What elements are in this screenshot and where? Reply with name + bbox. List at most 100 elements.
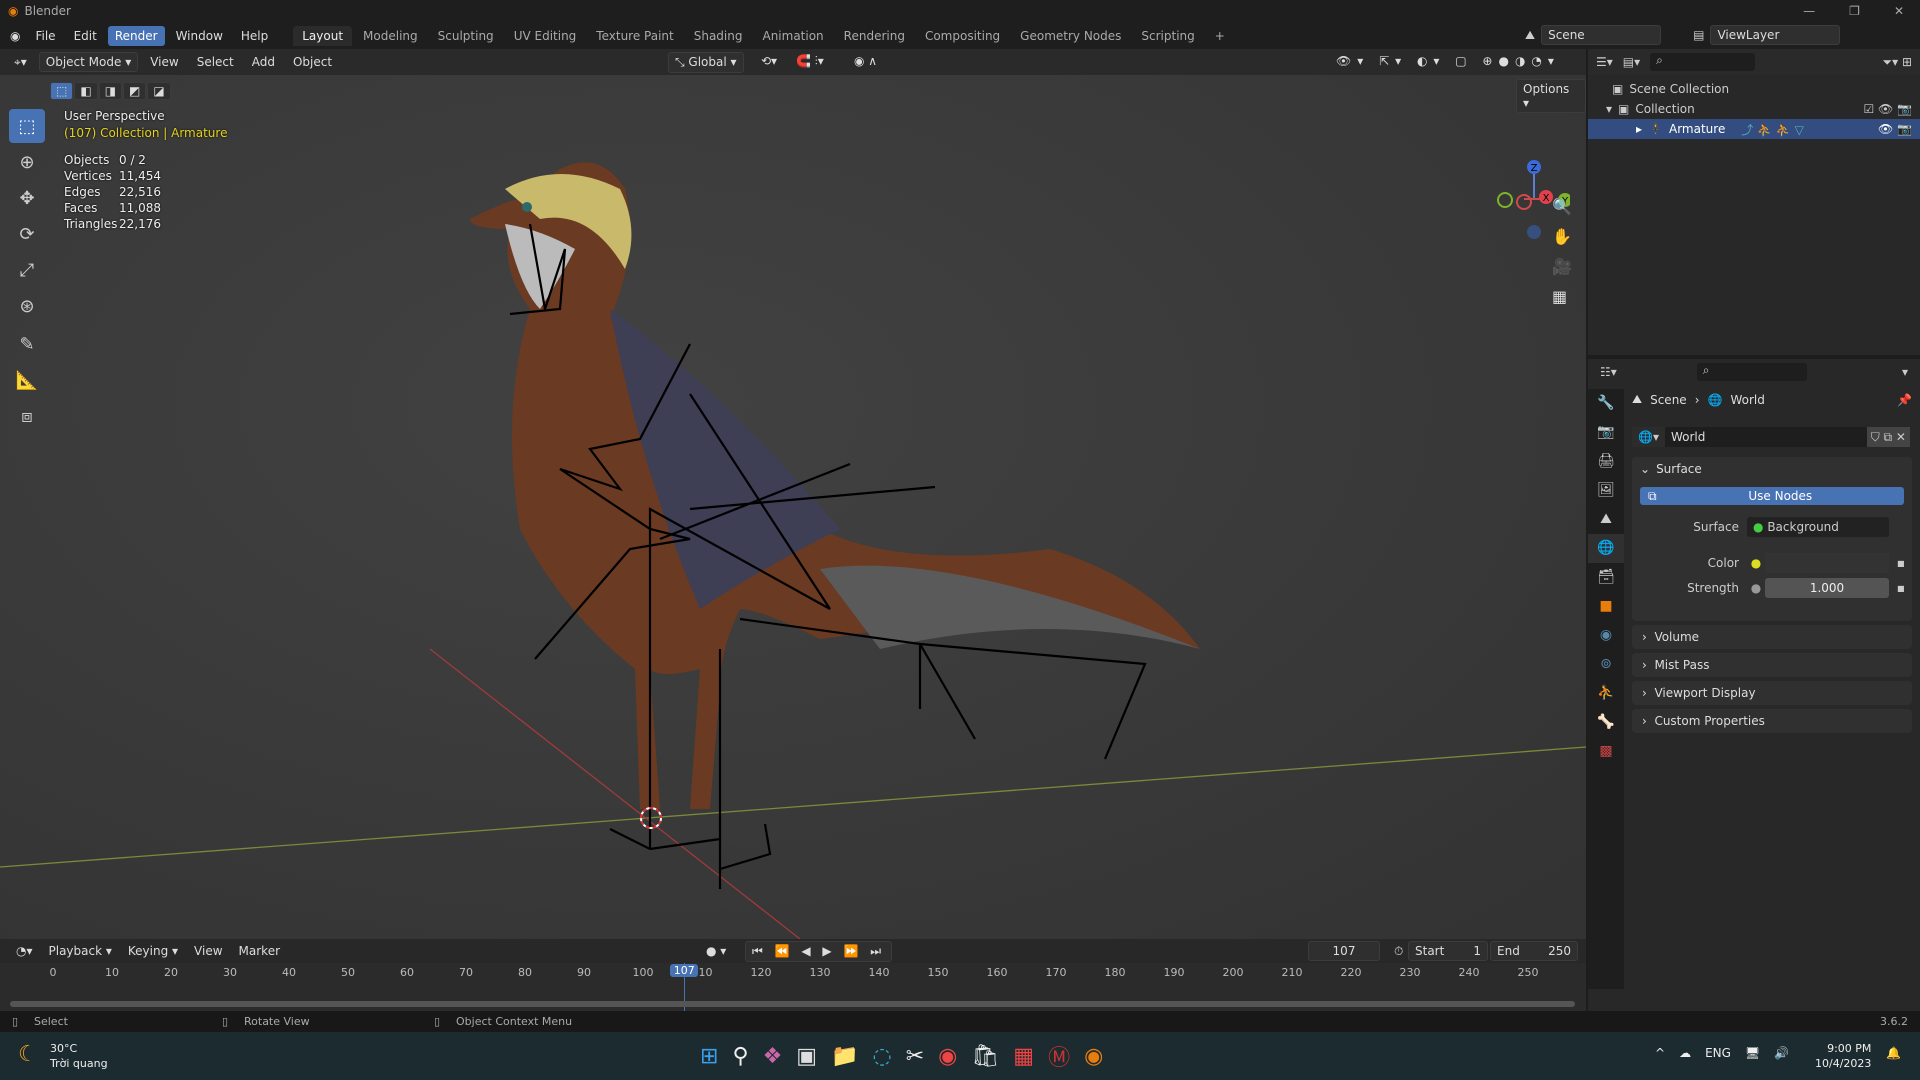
menu-help[interactable]: Help — [234, 26, 275, 46]
mode-selector[interactable]: Object Mode ▾ — [38, 52, 139, 72]
task-view-icon[interactable]: ▣ — [796, 1044, 817, 1069]
world-browse-icon[interactable]: 🌐▾ — [1632, 427, 1665, 447]
custom-properties-panel-header[interactable]: › Custom Properties — [1632, 709, 1912, 733]
outliner-editor-icon[interactable]: ☰▾ — [1596, 55, 1613, 69]
search-icon[interactable]: ⚲ — [732, 1044, 748, 1069]
viewport-shading-controls[interactable]: 👁▾ ⇱▾ ◐▾ ▢ ⊕●◑◔▾ — [1330, 52, 1566, 70]
tab-rendering[interactable]: Rendering — [835, 26, 914, 46]
options-dropdown-icon[interactable]: ▾ — [1902, 365, 1908, 379]
annotate-tool-icon[interactable]: ✎ — [9, 327, 45, 361]
menu-object[interactable]: Object — [287, 53, 338, 71]
weather-widget[interactable]: 30°C Trời quang — [50, 1041, 108, 1071]
current-frame-field[interactable]: 107 — [1308, 941, 1380, 961]
language-indicator[interactable]: ENG — [1705, 1046, 1731, 1060]
outliner-row-armature[interactable]: ▸ 🕴 Armature ⤴ ⛹ ⛹ ▽ 👁 📷 — [1588, 119, 1920, 139]
strength-field[interactable]: 1.000 — [1765, 578, 1889, 598]
timeline-editor-icon[interactable]: ◔▾ — [10, 942, 39, 960]
playhead-frame-badge[interactable]: 107 — [670, 964, 699, 977]
world-name-field[interactable]: World — [1665, 430, 1705, 444]
strength-socket-icon[interactable]: ● — [1747, 581, 1765, 595]
outliner-row-scene-collection[interactable]: ▣ Scene Collection — [1612, 79, 1920, 99]
menu-marker[interactable]: Marker — [233, 942, 286, 960]
cursor-tool-icon[interactable]: ⊕ — [9, 145, 45, 179]
visibility-icons[interactable]: ☑ 👁 📷 — [1863, 99, 1912, 119]
snipping-tool-icon[interactable]: ✂ — [906, 1044, 924, 1069]
menu-file[interactable]: File — [28, 26, 62, 46]
minimize-button[interactable]: — — [1803, 4, 1815, 18]
microsoft-store-icon[interactable]: 🛍 — [971, 1044, 999, 1069]
outliner-search-input[interactable]: ⌕ — [1650, 53, 1756, 71]
tab-uv-editing[interactable]: UV Editing — [505, 26, 586, 46]
render-tab-icon[interactable]: 📷 — [1588, 418, 1624, 447]
select-extend-icon[interactable]: ◧ — [74, 82, 98, 100]
network-icon[interactable]: 🖥 — [1745, 1046, 1760, 1060]
scale-tool-icon[interactable]: ⤢ — [9, 253, 45, 287]
tab-texture-paint[interactable]: Texture Paint — [587, 26, 682, 46]
fake-user-shield-icon[interactable]: ⛉ ⧉ ✕ — [1866, 427, 1910, 447]
pan-hand-icon[interactable]: ✋ — [1552, 222, 1572, 252]
edge-browser-icon[interactable]: ◌ — [873, 1044, 892, 1069]
tab-compositing[interactable]: Compositing — [916, 26, 1009, 46]
tab-scripting[interactable]: Scripting — [1132, 26, 1203, 46]
keyframe-dot-icon[interactable]: ■ — [1897, 559, 1905, 568]
rotate-tool-icon[interactable]: ⟳ — [9, 217, 45, 251]
windows-start-icon[interactable]: ⊞ — [700, 1044, 718, 1069]
world-datablock-selector[interactable]: 🌐▾ World ⛉ ⧉ ✕ — [1632, 427, 1910, 447]
widgets-icon[interactable]: ❖ — [763, 1044, 783, 1069]
volume-panel-header[interactable]: › Volume — [1632, 625, 1912, 649]
auto-keying-icon[interactable]: ● ▾ — [700, 942, 732, 960]
properties-search-input[interactable]: ⌕ — [1696, 363, 1807, 381]
ortho-grid-icon[interactable]: ▦ — [1552, 282, 1572, 312]
visibility-icons[interactable]: 👁 📷 — [1878, 122, 1912, 136]
select-intersect-icon[interactable]: ◪ — [147, 82, 171, 100]
blender-taskbar-icon[interactable]: ◉ — [1084, 1044, 1103, 1069]
app-icon[interactable]: ▦ — [1013, 1044, 1034, 1069]
color-socket-icon[interactable]: ● — [1747, 556, 1765, 570]
properties-editor-icon[interactable]: ☷▾ — [1600, 365, 1617, 379]
expand-arrow-icon[interactable]: ▾ — [1606, 99, 1612, 119]
object-tab-icon[interactable]: ■ — [1588, 592, 1624, 621]
timeline-scrollbar[interactable] — [10, 1001, 1575, 1007]
pin-icon[interactable]: 📌 — [1897, 393, 1912, 407]
m-app-icon[interactable]: Ⓜ — [1048, 1040, 1070, 1072]
view-layer-tab-icon[interactable]: 🖼 — [1588, 476, 1624, 505]
tab-sculpting[interactable]: Sculpting — [429, 26, 503, 46]
collection-tab-icon[interactable]: 🗃 — [1588, 563, 1624, 592]
view-layer-selector[interactable]: ViewLayer — [1710, 25, 1841, 45]
menu-playback[interactable]: Playback ▾ — [43, 942, 118, 960]
tab-animation[interactable]: Animation — [753, 26, 832, 46]
keyframe-dot-icon[interactable]: ■ — [1897, 584, 1905, 593]
start-frame-field[interactable]: Start 1 — [1408, 941, 1488, 961]
snap-icon[interactable]: 🧲 ⫶▾ — [790, 52, 830, 71]
menu-keying[interactable]: Keying ▾ — [122, 942, 184, 960]
onedrive-icon[interactable]: ☁ — [1679, 1046, 1691, 1060]
surface-shader-selector[interactable]: ● Background — [1747, 517, 1889, 537]
zoom-icon[interactable]: 🔍 — [1552, 192, 1572, 222]
texture-tab-icon[interactable]: ▩ — [1588, 737, 1624, 766]
expand-arrow-icon[interactable]: ▸ — [1636, 122, 1642, 136]
measure-tool-icon[interactable]: 📐 — [9, 363, 45, 397]
select-new-icon[interactable]: ⬚ — [50, 82, 74, 100]
menu-view[interactable]: View — [144, 53, 184, 71]
output-tab-icon[interactable]: 🖨 — [1588, 447, 1624, 476]
menu-add[interactable]: Add — [246, 53, 281, 71]
scene-selector[interactable]: Scene — [1541, 25, 1662, 45]
playback-controls[interactable]: ⏮ ⏪ ◀ ▶ ⏩ ⏭ — [745, 941, 893, 962]
orientation-selector[interactable]: ⤡ Global ▾ — [668, 52, 744, 73]
pivot-icon[interactable]: ⟲▾ — [755, 52, 783, 70]
select-invert-icon[interactable]: ◩ — [123, 82, 147, 100]
tab-shading[interactable]: Shading — [685, 26, 752, 46]
world-tab-icon[interactable]: 🌐 — [1588, 534, 1624, 563]
tray-overflow-icon[interactable]: ^ — [1655, 1046, 1665, 1060]
transform-tool-icon[interactable]: ⊛ — [9, 289, 45, 323]
menu-window[interactable]: Window — [169, 26, 230, 46]
menu-render[interactable]: Render — [107, 25, 165, 46]
file-explorer-icon[interactable]: 📁 — [831, 1044, 858, 1069]
add-cube-tool-icon[interactable]: ⧈ — [9, 399, 45, 433]
select-subtract-icon[interactable]: ◨ — [98, 82, 123, 100]
outliner-row-collection[interactable]: ▾ ▣ Collection ☑ 👁 📷 — [1606, 99, 1920, 119]
tab-modeling[interactable]: Modeling — [354, 26, 427, 46]
scene-tab-icon[interactable]: ⛰ — [1588, 505, 1624, 534]
camera-view-icon[interactable]: 🎥 — [1552, 252, 1572, 282]
3d-viewport[interactable]: ⌖▾ Object Mode ▾ View Select Add Object … — [0, 49, 1586, 939]
